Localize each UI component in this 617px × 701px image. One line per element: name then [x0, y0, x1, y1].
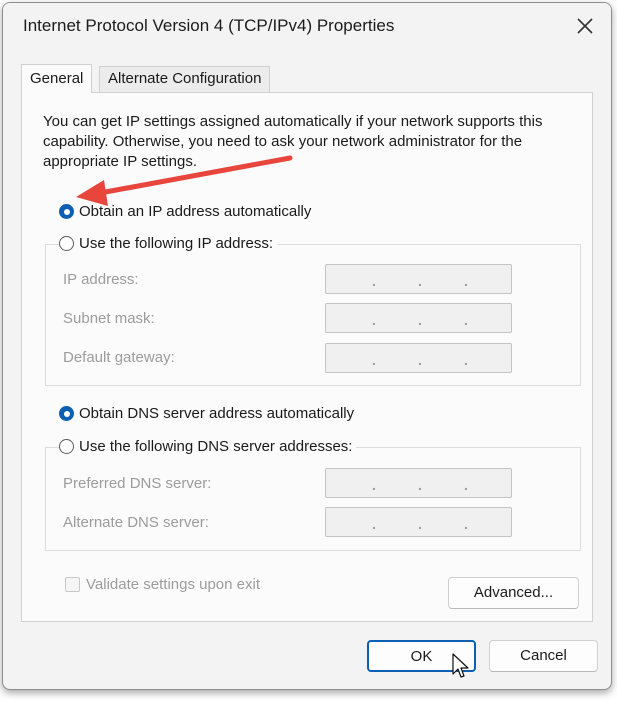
title-bar: Internet Protocol Version 4 (TCP/IPv4) P… [3, 3, 611, 49]
ip-address-input[interactable]: . . . [325, 264, 512, 294]
dns-manual-label: Use the following DNS server addresses: [79, 438, 353, 455]
ip-manual-radio-indicator [59, 236, 74, 251]
ip-auto-label: Obtain an IP address automatically [79, 203, 312, 220]
preferred-dns-input[interactable]: . . . [325, 468, 512, 498]
validate-checkbox[interactable] [65, 577, 80, 592]
window-title: Internet Protocol Version 4 (TCP/IPv4) P… [23, 16, 395, 35]
close-icon [577, 18, 593, 34]
default-gateway-label: Default gateway: [63, 349, 175, 366]
default-gateway-input[interactable]: . . . [325, 343, 512, 373]
ip-address-label: IP address: [63, 271, 139, 288]
tab-general[interactable]: General [21, 64, 93, 93]
cancel-button[interactable]: Cancel [489, 640, 598, 672]
subnet-mask-label: Subnet mask: [63, 310, 155, 327]
intro-text: You can get IP settings assigned automat… [43, 113, 543, 170]
close-button[interactable] [571, 12, 599, 40]
dns-manual-radio[interactable]: Use the following DNS server addresses: [59, 438, 357, 455]
ip-manual-label: Use the following IP address: [79, 235, 273, 252]
ip-manual-radio[interactable]: Use the following IP address: [59, 235, 277, 252]
alternate-dns-input[interactable]: . . . [325, 507, 512, 537]
dns-manual-radio-indicator [59, 439, 74, 454]
dialog-window: Internet Protocol Version 4 (TCP/IPv4) P… [2, 2, 612, 690]
alternate-dns-label: Alternate DNS server: [63, 514, 209, 531]
dns-auto-radio-indicator [59, 406, 74, 421]
validate-label: Validate settings upon exit [86, 576, 261, 593]
tab-alternate-configuration[interactable]: Alternate Configuration [99, 66, 271, 92]
ip-auto-radio[interactable]: Obtain an IP address automatically [59, 203, 316, 220]
ip-auto-radio-indicator [59, 204, 74, 219]
dns-auto-label: Obtain DNS server address automatically [79, 405, 355, 422]
subnet-mask-input[interactable]: . . . [325, 303, 512, 333]
validate-checkbox-row[interactable]: Validate settings upon exit [65, 576, 260, 593]
advanced-button[interactable]: Advanced... [448, 577, 579, 609]
dns-auto-radio[interactable]: Obtain DNS server address automatically [59, 405, 359, 422]
general-tab-panel: You can get IP settings assigned automat… [21, 92, 593, 622]
preferred-dns-label: Preferred DNS server: [63, 475, 212, 492]
ok-button[interactable]: OK [367, 640, 476, 672]
